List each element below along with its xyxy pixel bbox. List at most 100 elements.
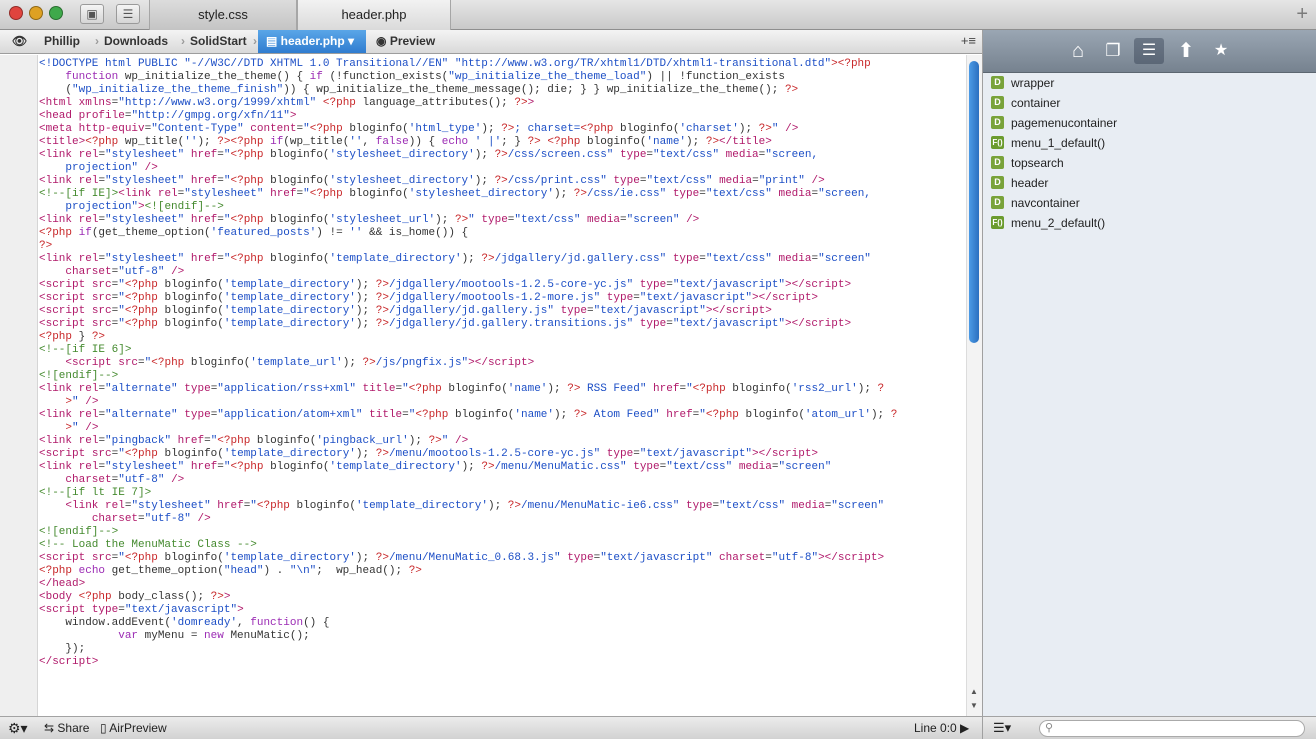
div-badge-icon: D (991, 156, 1004, 169)
code-text: <title><?php wp_title(''); ?><?php if(wp… (39, 136, 772, 148)
code-text: }); (39, 643, 86, 655)
share-button[interactable]: ⇆ Share (44, 717, 89, 739)
code-line[interactable]: 39 window.addEvent('domready', function(… (39, 617, 965, 630)
code-editor[interactable]: 1<!DOCTYPE html PUBLIC "-//W3C//DTD XHTM… (0, 55, 982, 716)
code-line[interactable]: 5<meta http-equiv="Content-Type" content… (39, 123, 965, 136)
symbol-item[interactable]: Dtopsearch (991, 153, 1311, 173)
files-icon[interactable]: ❐ (1098, 38, 1128, 64)
code-line[interactable]: 37<body <?php body_class(); ?>> (39, 591, 965, 604)
scroll-up-icon[interactable]: ▲ (970, 687, 978, 696)
code-line[interactable]: 40 var myMenu = new MenuMatic(); (39, 630, 965, 643)
code-line[interactable]: 4<head profile="http://gmpg.org/xfn/11"> (39, 110, 965, 123)
symbol-item[interactable]: Dcontainer (991, 93, 1311, 113)
code-line[interactable]: 24<link rel="alternate" type="applicatio… (39, 409, 965, 422)
code-line[interactable]: charset="utf-8" /> (39, 266, 965, 279)
symbol-item[interactable]: Dnavcontainer (991, 193, 1311, 213)
code-line[interactable]: 13?> (39, 240, 965, 253)
code-line[interactable]: 2<html xmlns="http://www.w3.org/1999/xht… (39, 97, 965, 110)
code-line[interactable]: 22<![endif]--> (39, 370, 965, 383)
minimize-window-button[interactable] (29, 6, 43, 20)
code-line[interactable]: 19<?php } ?> (39, 331, 965, 344)
breadcrumb-label: Downloads (104, 34, 169, 48)
code-line[interactable]: charset="utf-8" /> (39, 513, 965, 526)
code-line[interactable]: 7<title><?php wp_title(''); ?><?php if(w… (39, 136, 965, 149)
code-line[interactable]: projection"><![endif]--> (39, 201, 965, 214)
symbol-item[interactable]: Dpagemenucontainer (991, 113, 1311, 133)
function-badge-icon: F() (991, 216, 1004, 229)
code-line[interactable]: 33<script src="<?php bloginfo('template_… (39, 552, 965, 565)
close-window-button[interactable] (9, 6, 23, 20)
code-line[interactable]: 36</head> (39, 578, 965, 591)
code-line[interactable]: 32<!-- Load the MenuMatic Class --> (39, 539, 965, 552)
code-line[interactable]: 21 <script src="<?php bloginfo('template… (39, 357, 965, 370)
code-area[interactable]: 1<!DOCTYPE html PUBLIC "-//W3C//DTD XHTM… (39, 58, 965, 716)
code-line[interactable]: charset="utf-8" /> (39, 474, 965, 487)
gear-icon[interactable]: ⚙▾ (8, 717, 28, 739)
sidebar-toggle-icon[interactable]: +≡ (961, 33, 976, 48)
breadcrumb-item[interactable]: Phillip › (40, 30, 99, 53)
code-text: <script src="<?php bloginfo('template_di… (39, 448, 819, 460)
symbol-filter-input[interactable]: ⚲ (1039, 720, 1305, 737)
symbol-item[interactable]: Dwrapper (991, 73, 1311, 93)
symbol-item[interactable]: F() menu_2_default() (991, 213, 1311, 233)
code-line[interactable]: 8<link rel="stylesheet" href="<?php blog… (39, 149, 965, 162)
code-line[interactable]: 38<script type="text/javascript"> (39, 604, 965, 617)
code-line[interactable]: 1<!DOCTYPE html PUBLIC "-//W3C//DTD XHTM… (39, 58, 965, 71)
code-line[interactable]: 25<link rel="pingback" href="<?php blogi… (39, 435, 965, 448)
vertical-scrollbar[interactable]: ▲ ▼ (966, 55, 982, 716)
code-text: <link rel="stylesheet" href="<?php blogi… (39, 149, 819, 161)
code-line[interactable]: 16<script src="<?php bloginfo('template_… (39, 292, 965, 305)
breadcrumb-current-file[interactable]: ▤ header.php ▾ (258, 30, 366, 53)
code-text: <script src="<?php bloginfo('template_di… (39, 552, 885, 564)
eye-icon[interactable]: 👁 (8, 30, 32, 53)
code-line[interactable]: 23<link rel="alternate" type="applicatio… (39, 383, 965, 396)
zoom-window-button[interactable] (49, 6, 63, 20)
airpreview-button[interactable]: ▯ AirPreview (100, 717, 167, 739)
code-line[interactable]: 42</script> (39, 656, 965, 669)
code-line[interactable]: 11<link rel="stylesheet" href="<?php blo… (39, 214, 965, 227)
scroll-down-icon[interactable]: ▼ (970, 701, 978, 710)
code-line[interactable]: 17<script src="<?php bloginfo('template_… (39, 305, 965, 318)
code-line[interactable]: 20<!--[if IE 6]> (39, 344, 965, 357)
preview-button[interactable]: ◉ Preview (372, 30, 442, 53)
goto-line-icon[interactable]: ▶ (960, 717, 969, 739)
tab-header-php[interactable]: header.php (297, 0, 451, 30)
code-line[interactable]: 12<?php if(get_theme_option('featured_po… (39, 227, 965, 240)
symbol-item[interactable]: F() menu_1_default() (991, 133, 1311, 153)
add-tab-icon[interactable]: + (1296, 3, 1308, 26)
code-line[interactable]: 30 <link rel="stylesheet" href="<?php bl… (39, 500, 965, 513)
code-line[interactable]: 41 }); (39, 643, 965, 656)
code-line[interactable]: 29<!--[if lt IE 7]> (39, 487, 965, 500)
code-line[interactable]: 18<script src="<?php bloginfo('template_… (39, 318, 965, 331)
code-line[interactable]: function wp_initialize_the_theme() { if … (39, 71, 965, 84)
code-text: <script src="<?php bloginfo('template_di… (39, 305, 772, 317)
code-line[interactable]: projection" /> (39, 162, 965, 175)
code-line[interactable]: 28<link rel="stylesheet" href="<?php blo… (39, 461, 965, 474)
code-line[interactable]: 14<link rel="stylesheet" href="<?php blo… (39, 253, 965, 266)
clips-icon[interactable]: ★ (1206, 38, 1236, 64)
breadcrumb-item[interactable]: SolidStart › (186, 30, 257, 53)
code-line[interactable]: 9<link rel="stylesheet" href="<?php blog… (39, 175, 965, 188)
code-line[interactable]: 15<script src="<?php bloginfo('template_… (39, 279, 965, 292)
symbol-item[interactable]: Dheader (991, 173, 1311, 193)
code-line[interactable]: >" /> (39, 396, 965, 409)
code-line[interactable]: ("wp_initialize_the_theme_finish")) { wp… (39, 84, 965, 97)
code-line[interactable]: 31<![endif]--> (39, 526, 965, 539)
list-view-icon[interactable]: ☰ (116, 4, 140, 24)
publish-up-icon[interactable]: ⬆ (1171, 38, 1201, 64)
code-line[interactable]: 10<!--[if IE]><link rel="stylesheet" hre… (39, 188, 965, 201)
code-text: <script src="<?php bloginfo('template_di… (39, 279, 852, 291)
code-line[interactable]: 35<?php echo get_theme_option("head") . … (39, 565, 965, 578)
list-options-icon[interactable]: ☰▾ (993, 717, 1011, 739)
scrollbar-thumb[interactable] (969, 61, 979, 343)
symbols-icon[interactable]: ☰ (1134, 38, 1164, 64)
code-line[interactable]: >" /> (39, 422, 965, 435)
tab-style-css[interactable]: style.css (149, 0, 297, 30)
code-line[interactable]: 27<script src="<?php bloginfo('template_… (39, 448, 965, 461)
line-indicator: Line 0:0 (914, 721, 957, 735)
tab-label: style.css (198, 7, 248, 22)
sites-icon[interactable]: ▣ (80, 4, 104, 24)
div-badge-icon: D (991, 196, 1004, 209)
home-icon[interactable]: ⌂ (1063, 38, 1093, 64)
breadcrumb-item[interactable]: Downloads › (100, 30, 185, 53)
